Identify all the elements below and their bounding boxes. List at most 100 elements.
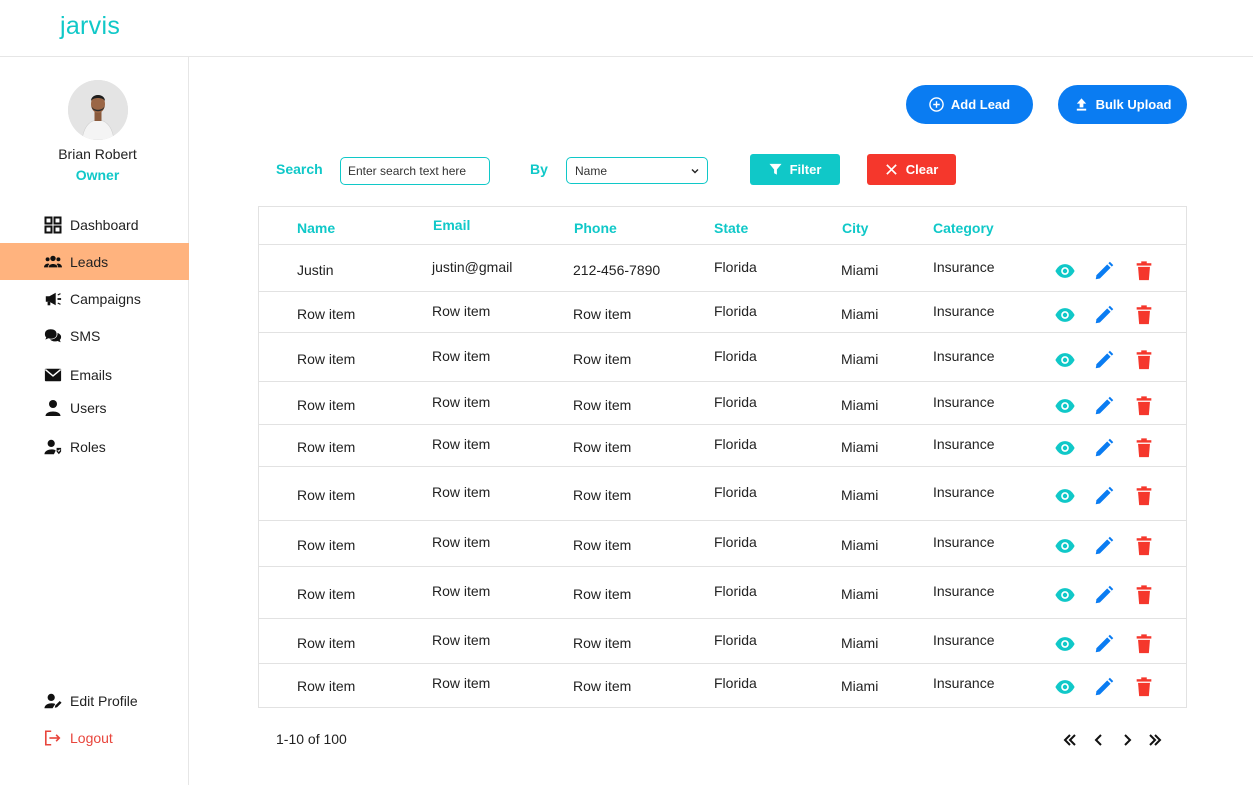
edit-button[interactable] bbox=[1092, 675, 1116, 699]
filter-button[interactable]: Filter bbox=[750, 154, 840, 185]
edit-button[interactable] bbox=[1092, 436, 1116, 460]
search-by-select[interactable]: Name bbox=[566, 157, 708, 184]
avatar[interactable] bbox=[68, 80, 128, 140]
cell-city: Miami bbox=[841, 678, 879, 694]
delete-button[interactable] bbox=[1132, 675, 1156, 699]
column-header-category[interactable]: Category bbox=[933, 220, 994, 236]
delete-button[interactable] bbox=[1132, 348, 1156, 372]
view-button[interactable] bbox=[1053, 632, 1077, 656]
sidebar-item-roles[interactable]: Roles bbox=[0, 429, 189, 465]
edit-button[interactable] bbox=[1092, 583, 1116, 607]
add-lead-button[interactable]: Add Lead bbox=[906, 85, 1033, 124]
column-header-phone[interactable]: Phone bbox=[574, 220, 617, 236]
table-row[interactable]: Row item Row item Row item Florida Miami Insu… bbox=[259, 292, 1186, 333]
main-content: Add Lead Bulk Upload Search By Name Filt… bbox=[189, 57, 1253, 785]
last-page-button[interactable] bbox=[1144, 729, 1166, 751]
delete-button[interactable] bbox=[1132, 534, 1156, 558]
table-row[interactable]: Justin justin@gmail 212-456-7890 Florida Mia… bbox=[259, 245, 1186, 292]
chevrons-left-icon bbox=[1063, 734, 1076, 746]
cell-category: Insurance bbox=[933, 348, 995, 364]
search-input[interactable] bbox=[340, 157, 490, 185]
table-row[interactable]: Row item Row item Row item Florida Miami Insu… bbox=[259, 333, 1186, 382]
table-row[interactable]: Row item Row item Row item Florida Miami Insu… bbox=[259, 664, 1186, 706]
delete-button[interactable] bbox=[1132, 259, 1156, 283]
sidebar-item-edit-profile[interactable]: Edit Profile bbox=[0, 683, 189, 719]
cell-email: Row item bbox=[432, 348, 491, 364]
cell-category: Insurance bbox=[933, 394, 995, 410]
sidebar-item-logout[interactable]: Logout bbox=[0, 720, 189, 756]
table-row[interactable]: Row item Row item Row item Florida Miami Insu… bbox=[259, 425, 1186, 467]
sidebar-item-label: Dashboard bbox=[70, 217, 139, 233]
delete-button[interactable] bbox=[1132, 632, 1156, 656]
view-button[interactable] bbox=[1053, 394, 1077, 418]
edit-button[interactable] bbox=[1092, 394, 1116, 418]
clear-button[interactable]: Clear bbox=[867, 154, 956, 185]
view-button[interactable] bbox=[1053, 583, 1077, 607]
view-button[interactable] bbox=[1053, 484, 1077, 508]
view-button[interactable] bbox=[1053, 534, 1077, 558]
table-row[interactable]: Row item Row item Row item Florida Miami Insu… bbox=[259, 467, 1186, 521]
edit-button[interactable] bbox=[1092, 534, 1116, 558]
view-button[interactable] bbox=[1053, 259, 1077, 283]
edit-button[interactable] bbox=[1092, 303, 1116, 327]
bulk-upload-button[interactable]: Bulk Upload bbox=[1058, 85, 1187, 124]
column-header-city[interactable]: City bbox=[842, 220, 868, 236]
cell-name: Row item bbox=[297, 306, 356, 322]
column-header-email[interactable]: Email bbox=[433, 217, 470, 233]
sidebar-item-label: Edit Profile bbox=[70, 693, 138, 709]
edit-button[interactable] bbox=[1092, 484, 1116, 508]
user-icon bbox=[43, 398, 63, 418]
cell-city: Miami bbox=[841, 397, 879, 413]
view-button[interactable] bbox=[1053, 436, 1077, 460]
table-row[interactable]: Row item Row item Row item Florida Miami Insu… bbox=[259, 382, 1186, 425]
cell-city: Miami bbox=[841, 439, 879, 455]
sidebar-item-campaigns[interactable]: Campaigns bbox=[0, 281, 189, 317]
edit-button[interactable] bbox=[1092, 348, 1116, 372]
search-label: Search bbox=[276, 161, 323, 177]
pencil-icon bbox=[1095, 486, 1114, 505]
sidebar-item-users[interactable]: Users bbox=[0, 390, 189, 426]
cell-name: Row item bbox=[297, 635, 356, 651]
table-row[interactable]: Row item Row item Row item Florida Miami Insu… bbox=[259, 521, 1186, 567]
view-button[interactable] bbox=[1053, 348, 1077, 372]
sidebar-item-label: Campaigns bbox=[70, 291, 141, 307]
previous-page-button[interactable] bbox=[1088, 729, 1110, 751]
logout-icon bbox=[43, 728, 63, 748]
filter-label: Filter bbox=[789, 162, 822, 177]
pencil-icon bbox=[1095, 438, 1114, 457]
trash-icon bbox=[1136, 677, 1152, 697]
delete-button[interactable] bbox=[1132, 394, 1156, 418]
view-button[interactable] bbox=[1053, 303, 1077, 327]
app-logo[interactable]: jarvis bbox=[60, 12, 120, 41]
eye-icon bbox=[1055, 264, 1075, 278]
sidebar-item-leads[interactable]: Leads bbox=[0, 243, 189, 280]
users-group-icon bbox=[43, 252, 63, 272]
table-row[interactable]: Row item Row item Row item Florida Miami Insu… bbox=[259, 567, 1186, 619]
trash-icon bbox=[1136, 305, 1152, 325]
next-page-button[interactable] bbox=[1116, 729, 1138, 751]
user-role-icon bbox=[43, 437, 63, 457]
table-row[interactable]: Row item Row item Row item Florida Miami Insu… bbox=[259, 619, 1186, 664]
sidebar-item-sms[interactable]: SMS bbox=[0, 318, 189, 354]
pencil-icon bbox=[1095, 396, 1114, 415]
edit-button[interactable] bbox=[1092, 632, 1116, 656]
trash-icon bbox=[1136, 438, 1152, 458]
cell-state: Florida bbox=[714, 583, 757, 599]
pencil-icon bbox=[1095, 536, 1114, 555]
edit-button[interactable] bbox=[1092, 259, 1116, 283]
cell-city: Miami bbox=[841, 537, 879, 553]
eye-icon bbox=[1055, 353, 1075, 367]
delete-button[interactable] bbox=[1132, 436, 1156, 460]
top-bar: jarvis bbox=[0, 0, 1253, 57]
avatar-portrait-icon bbox=[68, 80, 128, 140]
column-header-state[interactable]: State bbox=[714, 220, 748, 236]
column-header-name[interactable]: Name bbox=[297, 220, 335, 236]
delete-button[interactable] bbox=[1132, 303, 1156, 327]
sidebar-item-dashboard[interactable]: Dashboard bbox=[0, 207, 189, 243]
sidebar-item-emails[interactable]: Emails bbox=[0, 357, 189, 393]
first-page-button[interactable] bbox=[1059, 729, 1081, 751]
view-button[interactable] bbox=[1053, 675, 1077, 699]
delete-button[interactable] bbox=[1132, 583, 1156, 607]
cell-phone: 212-456-7890 bbox=[573, 262, 661, 278]
delete-button[interactable] bbox=[1132, 484, 1156, 508]
